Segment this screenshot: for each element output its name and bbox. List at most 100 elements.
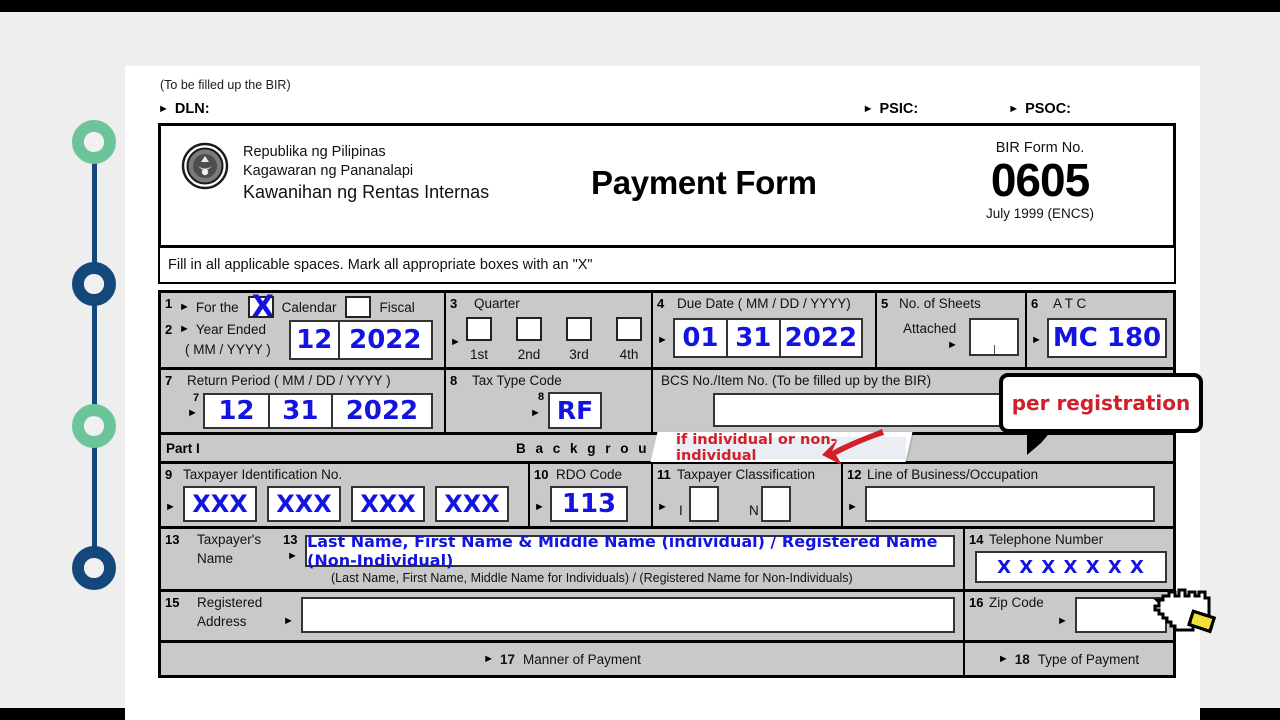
registered-address-input[interactable] [301, 597, 955, 633]
due-date-day: 31 [728, 320, 781, 356]
form-number-block: BIR Form No. 0605 July 1999 (ENCS) [925, 140, 1155, 221]
field-13-label-line2: Name [197, 551, 234, 566]
field-7-label: Return Period ( MM / DD / YYYY ) [187, 373, 391, 388]
field-16-label: Zip Code [989, 595, 1044, 610]
rdo-code-input[interactable]: 113 [550, 486, 628, 522]
form-title: Payment Form [591, 164, 817, 201]
quarter-4-checkbox[interactable] [616, 317, 642, 341]
field-5-label-2: Attached [903, 321, 957, 336]
field-12-label: Line of Business/Occupation [867, 467, 1039, 482]
field-9-label: Taxpayer Identification No. [183, 467, 343, 482]
tin-group-1[interactable]: XXX [183, 486, 257, 522]
field-2-label: Year Ended [195, 322, 266, 337]
agency-line-3: Kawanihan ng Rentas Internas [243, 182, 490, 203]
arrow-icon: ► [287, 550, 298, 562]
year-ended-year: 2022 [349, 325, 422, 355]
arrow-icon: ► [283, 615, 294, 627]
classification-individual-checkbox[interactable] [689, 486, 719, 522]
tin-group-3[interactable]: XXX [351, 486, 425, 522]
screen: (To be filled up the BIR) ► DLN: ► PSIC:… [0, 0, 1280, 720]
form-row-address: 15 Registered Address ► 16 Zip Code ► [161, 589, 1173, 640]
field-14-number: 14 [969, 532, 984, 547]
part-1-label: Part I [166, 440, 200, 456]
form-row-tin: 9 Taxpayer Identification No. ► XXX XXX … [161, 461, 1173, 526]
due-date-year: 2022 [784, 323, 858, 353]
arrow-icon: ► [450, 336, 461, 348]
field-11-option-i-label: I [679, 503, 683, 518]
form-row-name: 13 Taxpayer's Name 13 ► Last Name, First… [161, 526, 1173, 589]
field-1-number: 1 [165, 296, 173, 311]
field-5-number: 5 [881, 296, 889, 311]
psic-label: PSIC: [879, 101, 919, 117]
field-13-inner-number: 13 [283, 532, 298, 547]
field-4-label: Due Date ( MM / DD / YYYY) [677, 296, 851, 311]
fiscal-checkbox[interactable] [345, 296, 372, 318]
return-period-input[interactable]: 12 31 2022 [203, 393, 433, 429]
timeline-dot-2[interactable] [72, 262, 116, 306]
form-header: Republika ng Pilipinas Kagawaran ng Pana… [158, 123, 1176, 248]
telephone-number-input[interactable]: X X X X X X X [975, 551, 1167, 583]
arrow-icon: ► [179, 323, 190, 335]
line-of-business-input[interactable] [865, 486, 1155, 522]
field-12-number: 12 [847, 467, 862, 482]
arrow-icon: ► [165, 501, 176, 513]
field-11-block: 11 Taxpayer Classification ► I N [651, 464, 841, 526]
field-8-number: 8 [450, 373, 458, 388]
dln-label: DLN: [174, 101, 210, 117]
instruction-bar: Fill in all applicable spaces. Mark all … [158, 248, 1176, 284]
document-sheet: (To be filled up the BIR) ► DLN: ► PSIC:… [125, 66, 1203, 720]
field-3-number: 3 [450, 296, 458, 311]
field-4-due-date-block: 4 Due Date ( MM / DD / YYYY) ► 01 31 202… [651, 293, 875, 367]
field-8-inline-number: 8 [538, 391, 545, 403]
quarter-3-checkbox[interactable] [566, 317, 592, 341]
tax-type-code-input[interactable]: RF [548, 392, 602, 429]
classification-nonindividual-checkbox[interactable] [761, 486, 791, 522]
timeline-dot-1[interactable] [72, 120, 116, 164]
arrow-icon: ► [187, 407, 198, 419]
quarter-option-4[interactable]: 4th [616, 317, 642, 362]
return-period-year: 2022 [345, 396, 419, 426]
field-5-label: No. of Sheets [899, 296, 981, 311]
timeline-line [92, 144, 97, 580]
arrow-icon: ► [657, 334, 668, 346]
arrow-icon: ► [179, 300, 190, 313]
field-10-block: 10 RDO Code ► 113 [528, 464, 651, 526]
year-ended-input[interactable]: 12 2022 [289, 320, 433, 360]
quarter-option-3[interactable]: 3rd [566, 317, 592, 362]
field-8-block: 8 Tax Type Code ► 8 RF [444, 370, 651, 432]
due-date-input[interactable]: 01 31 2022 [673, 318, 863, 358]
field-8-label: Tax Type Code [472, 373, 562, 388]
arrow-icon: ► [483, 652, 495, 665]
quarter-3-label: 3rd [569, 347, 589, 362]
field-3-label: Quarter [474, 296, 520, 311]
field-17-number: 17 [500, 651, 516, 667]
arrow-icon: ► [158, 102, 169, 115]
field-4-number: 4 [657, 296, 665, 311]
taxpayer-name-input[interactable]: Last Name, First Name & Middle Name (ind… [305, 532, 955, 570]
quarter-option-2[interactable]: 2nd [516, 317, 542, 362]
calendar-label: Calendar [281, 299, 337, 315]
field-14-label: Telephone Number [989, 532, 1104, 547]
atc-input[interactable]: MC 180 [1047, 318, 1167, 358]
tin-group-4[interactable]: XXX [435, 486, 509, 522]
dln-psic-psoc-row: ► DLN: ► PSIC: ► PSOC: [158, 100, 1176, 118]
field-6-atc-block: 6 A T C ► MC 180 [1025, 293, 1172, 367]
quarter-1-checkbox[interactable] [466, 317, 492, 341]
field-18-label: Type of Payment [1037, 651, 1140, 667]
arrow-icon: ► [1008, 102, 1020, 115]
tin-group-2[interactable]: XXX [267, 486, 341, 522]
field-17-label: Manner of Payment [523, 651, 641, 667]
field-2-number: 2 [165, 322, 173, 337]
calendar-check-mark: X [251, 289, 275, 323]
arrow-icon: ► [657, 501, 668, 513]
field-15-block: 15 Registered Address ► [161, 592, 963, 640]
timeline-dot-3[interactable] [72, 404, 116, 448]
quarter-option-1[interactable]: 1st [466, 317, 492, 362]
return-period-month: 12 [205, 395, 270, 427]
timeline-dot-4[interactable] [72, 546, 116, 590]
quarter-2-checkbox[interactable] [516, 317, 542, 341]
field-13-block: 13 Taxpayer's Name 13 ► Last Name, First… [161, 529, 963, 589]
calendar-checkbox[interactable]: X [247, 289, 274, 323]
field-12-block: 12 Line of Business/Occupation ► [841, 464, 1172, 526]
sheets-attached-input[interactable] [969, 318, 1019, 356]
